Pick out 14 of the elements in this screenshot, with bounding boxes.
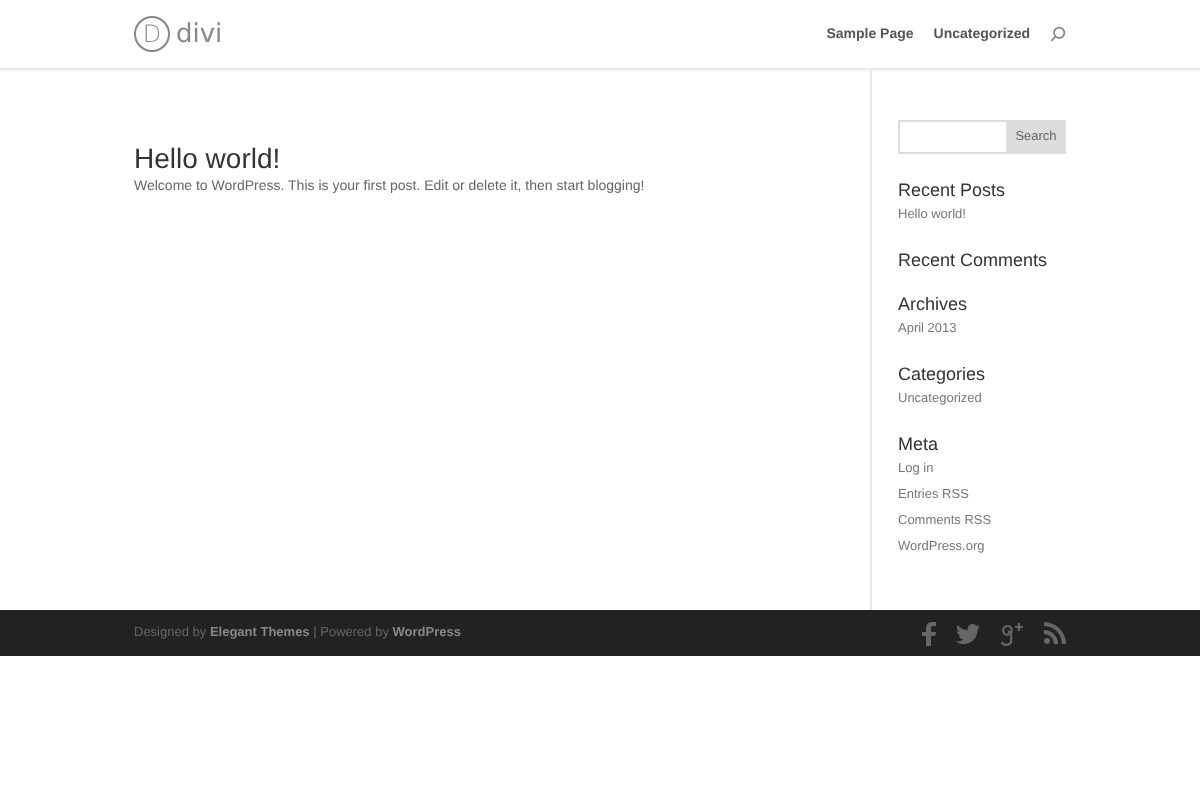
search-icon[interactable] [1050, 26, 1066, 42]
google-plus-icon[interactable] [1000, 621, 1024, 645]
facebook-icon[interactable] [922, 621, 936, 645]
widget-title: Meta [898, 432, 941, 456]
logo-mark[interactable]: D [134, 16, 170, 52]
widget-title: Categories [898, 362, 988, 386]
widget-title: Archives [898, 292, 970, 316]
widget-title: Recent Posts [898, 178, 1008, 202]
post-title[interactable]: Hello world! [134, 142, 870, 174]
rss-icon[interactable] [1044, 622, 1066, 644]
bird-icon[interactable] [956, 623, 980, 643]
widget-title: Recent Comments [898, 248, 1050, 272]
search-field[interactable] [898, 120, 1006, 154]
logo-name[interactable]: divi [176, 19, 223, 49]
